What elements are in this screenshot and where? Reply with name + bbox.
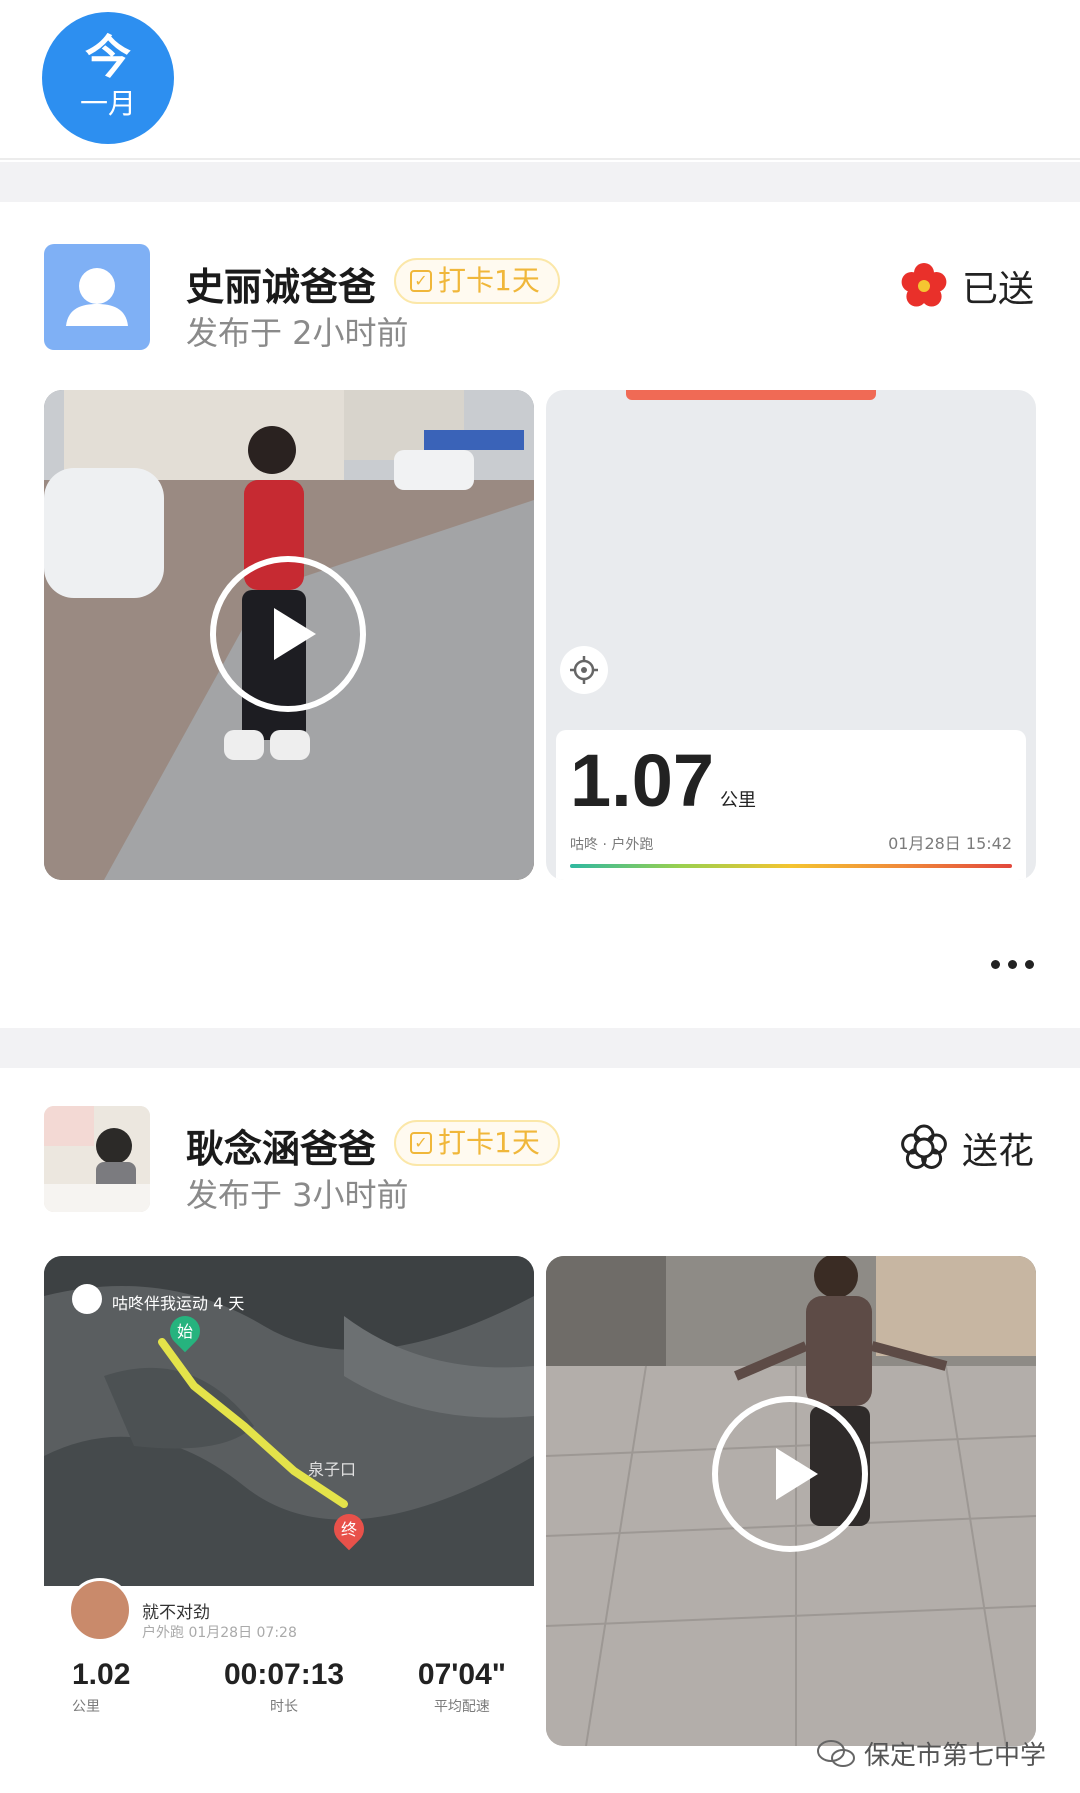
- author-name[interactable]: 史丽诚爸爸: [186, 256, 376, 311]
- play-button[interactable]: [712, 1396, 868, 1552]
- check-icon: ✓: [410, 270, 432, 292]
- default-avatar-icon: [66, 268, 128, 326]
- distance-row: 1.07 公里: [570, 744, 756, 818]
- start-marker-label: 始: [176, 1322, 193, 1341]
- run-summary-panel: 就不对劲 户外跑 01月28日 07:28 1.02 公里 00:07:13 时…: [44, 1578, 534, 1746]
- stat-label: 平均配速: [433, 1699, 490, 1715]
- account-watermark: 保定市第七中学: [816, 1735, 1046, 1772]
- send-flower-button[interactable]: 已送: [898, 260, 1034, 312]
- play-button[interactable]: [210, 556, 366, 712]
- play-icon: [776, 1448, 818, 1500]
- avatar[interactable]: [44, 244, 150, 350]
- codoon-logo-icon: [72, 1284, 102, 1314]
- post-time: 发布于 3小时前: [186, 1176, 409, 1214]
- stat-pace: 07'04" 平均配速: [418, 1658, 506, 1716]
- stat-label: 时长: [270, 1699, 299, 1715]
- section-gap: [0, 162, 1080, 202]
- avatar-photo: [44, 1106, 150, 1212]
- run-subtitle: 户外跑 01月28日 07:28: [142, 1625, 297, 1641]
- more-dot-icon: [1025, 960, 1034, 969]
- send-flower-label: 已送: [961, 269, 1034, 310]
- stat-value: 00:07:13: [224, 1658, 345, 1691]
- section-gap: [0, 1028, 1080, 1068]
- checkin-badge-label: 打卡1天: [438, 264, 540, 297]
- more-options-button[interactable]: [991, 960, 1034, 969]
- author-name[interactable]: 耿念涵爸爸: [186, 1118, 376, 1173]
- run-datetime: 01月28日 15:42: [888, 834, 1012, 853]
- more-dot-icon: [1008, 960, 1017, 969]
- date-header: 今 一月: [0, 0, 1080, 160]
- run-summary-panel: 1.07 公里 咕咚 · 户外跑 01月28日 15:42: [556, 730, 1026, 880]
- map-place-label: 泉子口: [308, 1460, 357, 1479]
- video-thumbnail[interactable]: [44, 390, 534, 880]
- more-dot-icon: [991, 960, 1000, 969]
- run-map-card[interactable]: 咕咚伴我运动 4 天 始 终 泉子口 就不对劲 户外跑 01月28日 07:28…: [44, 1256, 534, 1746]
- distance-value: 1.07: [570, 739, 715, 822]
- user-avatar: [68, 1578, 132, 1642]
- post-card[interactable]: 史丽诚爸爸 ✓ 打卡1天 发布于 2小时前 已送 1.07 公里 咕咚 · 户外…: [0, 202, 1080, 1190]
- stat-value: 1.02: [72, 1658, 131, 1691]
- checkin-badge-label: 打卡1天: [438, 1126, 540, 1159]
- stat-label: 公里: [72, 1699, 100, 1715]
- stat-distance: 1.02 公里: [72, 1658, 130, 1716]
- map-app-label: 咕咚伴我运动 4 天: [112, 1294, 245, 1313]
- date-day: 今: [85, 30, 131, 84]
- run-source: 咕咚 · 户外跑: [570, 837, 654, 853]
- checkin-badge: ✓ 打卡1天: [394, 258, 560, 304]
- date-badge: 今 一月: [42, 12, 174, 144]
- date-month: 一月: [79, 87, 136, 120]
- pace-gradient-bar: [570, 864, 1012, 868]
- checkin-badge: ✓ 打卡1天: [394, 1120, 560, 1166]
- post-card[interactable]: 耿念涵爸爸 ✓ 打卡1天 发布于 3小时前 送花 咕咚伴我运动 4 天 始 终 …: [0, 1068, 1080, 1793]
- locate-button[interactable]: [560, 646, 608, 694]
- flower-outline-icon: [901, 1124, 947, 1169]
- wechat-icon: [816, 1739, 855, 1767]
- check-icon: ✓: [410, 1132, 432, 1154]
- video-thumbnail[interactable]: [546, 1256, 1036, 1746]
- flower-filled-icon: [901, 263, 947, 307]
- run-screenshot[interactable]: 1.07 公里 咕咚 · 户外跑 01月28日 15:42: [546, 390, 1036, 880]
- post-time: 发布于 2小时前: [186, 314, 409, 352]
- stat-duration: 00:07:13 时长: [224, 1658, 344, 1716]
- avatar[interactable]: [44, 1106, 150, 1212]
- send-flower-label: 送花: [961, 1131, 1034, 1172]
- distance-unit: 公里: [720, 790, 757, 811]
- locate-icon: [570, 656, 598, 684]
- play-icon: [274, 608, 316, 660]
- end-marker-label: 终: [340, 1520, 357, 1539]
- run-user-name: 就不对劲: [142, 1603, 210, 1623]
- send-flower-button[interactable]: 送花: [898, 1122, 1034, 1174]
- route-fragment: [626, 390, 876, 400]
- watermark-text: 保定市第七中学: [863, 1741, 1046, 1771]
- stat-value: 07'04": [417, 1658, 506, 1691]
